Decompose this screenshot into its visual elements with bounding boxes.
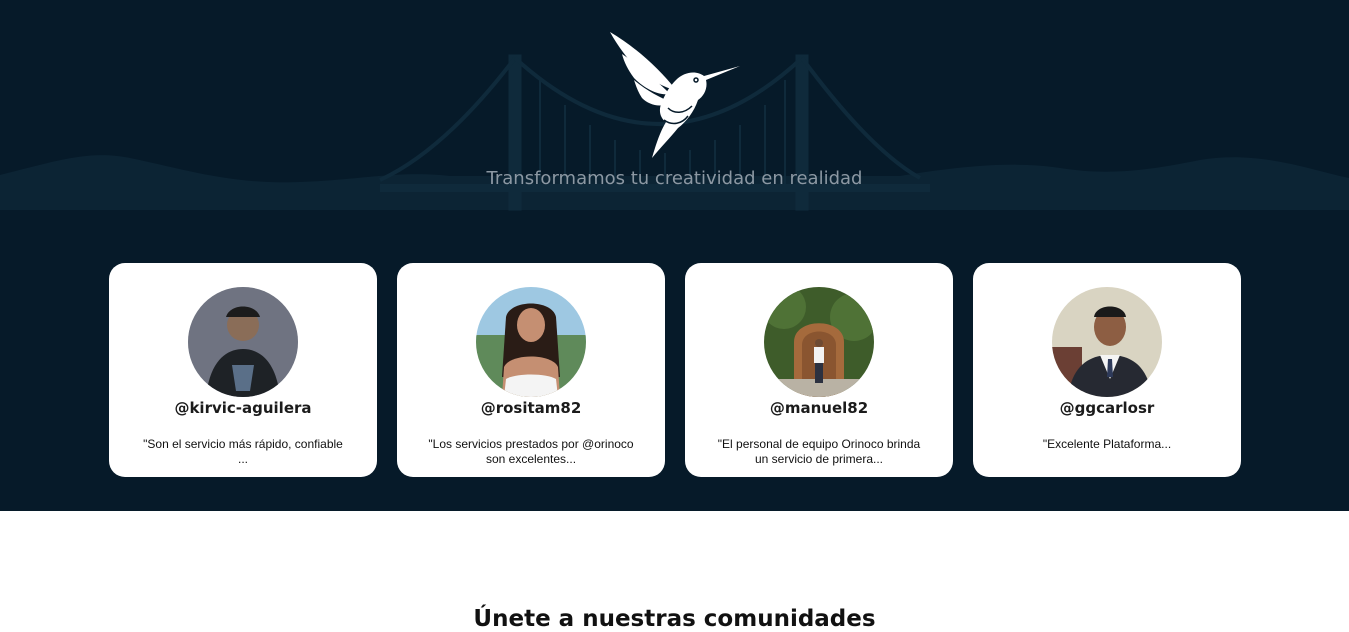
testimonial-quote: "Los servicios prestados por @orinoco so…: [428, 437, 634, 466]
hero-tagline: Transformamos tu creatividad en realidad: [486, 168, 863, 189]
testimonial-handle[interactable]: @manuel82: [770, 399, 868, 417]
testimonial-quote: "Son el servicio más rápido, confiable .…: [143, 437, 343, 466]
testimonial-card: @ggcarlosr "Excelente Plataforma...: [973, 263, 1241, 477]
testimonial-handle[interactable]: @rositam82: [481, 399, 582, 417]
testimonials-list: @kirvic-aguilera "Son el servicio más rá…: [109, 263, 1241, 477]
hero-section: Transformamos tu creatividad en realidad…: [0, 0, 1349, 511]
testimonial-handle[interactable]: @ggcarlosr: [1060, 399, 1155, 417]
avatar-photo: [188, 287, 298, 397]
community-title: Únete a nuestras comunidades: [473, 606, 876, 632]
testimonial-quote: "Excelente Plataforma...: [1042, 437, 1172, 451]
testimonial-quote: "El personal de equipo Orinoco brinda un…: [717, 437, 921, 466]
avatar-photo: [476, 287, 586, 397]
avatar-photo: [1052, 287, 1162, 397]
testimonial-handle[interactable]: @kirvic-aguilera: [174, 399, 311, 417]
hummingbird-logo-icon: [610, 32, 740, 158]
testimonial-card: @kirvic-aguilera "Son el servicio más rá…: [109, 263, 377, 477]
avatar-photo: [764, 287, 874, 397]
testimonial-card: @rositam82 "Los servicios prestados por …: [397, 263, 665, 477]
testimonial-card: @manuel82 "El personal de equipo Orinoco…: [685, 263, 953, 477]
